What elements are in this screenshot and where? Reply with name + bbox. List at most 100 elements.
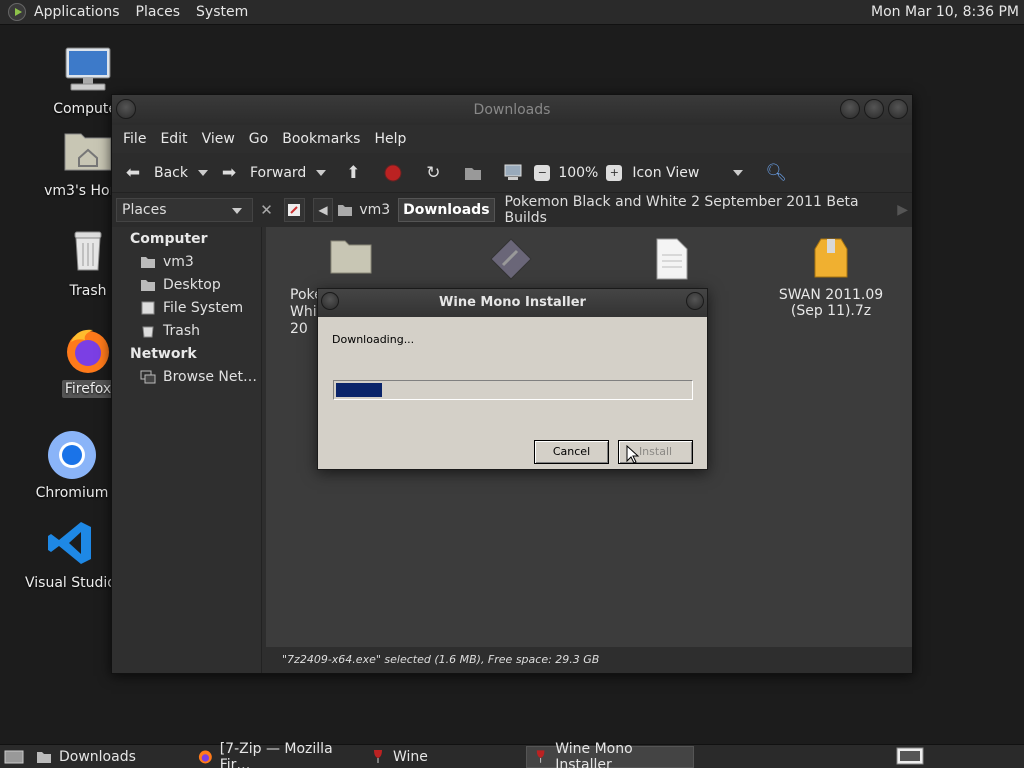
breadcrumb-left-arrow-icon[interactable]: ◀ bbox=[312, 198, 334, 222]
text-document-icon bbox=[649, 237, 693, 281]
view-mode-dropdown-icon[interactable] bbox=[733, 169, 744, 176]
progress-fill bbox=[336, 383, 383, 397]
desktop-icon-label: Firefox bbox=[61, 380, 115, 398]
desktop-icon-label: Trash bbox=[69, 283, 107, 299]
network-icon bbox=[140, 370, 156, 383]
dialog-titlebar[interactable]: Wine Mono Installer bbox=[318, 289, 707, 317]
menu-view[interactable]: View bbox=[195, 131, 242, 147]
desktop-icon-vscode[interactable]: Visual Studio Code bbox=[22, 520, 156, 592]
home-folder-icon bbox=[338, 205, 353, 216]
sidebar-pane-label: Places bbox=[122, 202, 167, 218]
menu-bookmarks[interactable]: Bookmarks bbox=[275, 131, 367, 147]
breadcrumb-right-arrow-icon[interactable]: ▶ bbox=[893, 198, 912, 222]
trash-icon bbox=[63, 228, 113, 278]
sidebar-item-label: Desktop bbox=[163, 276, 221, 293]
sidebar-item-label: vm3 bbox=[163, 253, 194, 270]
wine-glass-icon bbox=[374, 749, 382, 763]
sidebar-pane-select[interactable]: Places bbox=[116, 198, 254, 222]
system-menu[interactable]: System bbox=[188, 0, 256, 25]
taskbar-item-downloads[interactable]: Downloads bbox=[30, 746, 190, 768]
mouse-cursor-icon bbox=[626, 445, 640, 464]
show-desktop-button[interactable] bbox=[0, 746, 28, 768]
toolbar: ⬅ Back ➡ Forward ⬆ ↻ − 100% + Icon View … bbox=[112, 153, 912, 193]
sidebar-item-vm3[interactable]: vm3 bbox=[112, 250, 261, 273]
maximize-button[interactable] bbox=[864, 99, 884, 119]
taskbar-item-firefox[interactable]: [7-Zip — Mozilla Fir… bbox=[192, 741, 362, 768]
distro-logo-icon[interactable] bbox=[8, 3, 26, 21]
minimize-button[interactable] bbox=[840, 99, 860, 119]
search-icon[interactable]: 🔍︎ bbox=[765, 162, 787, 184]
clock[interactable]: Mon Mar 10, 8:36 PM bbox=[871, 0, 1019, 25]
status-bar: "7z2409-x64.exe" selected (1.6 MB), Free… bbox=[266, 647, 912, 673]
back-button[interactable]: ⬅ Back bbox=[122, 153, 188, 193]
sidebar-header-network: Network bbox=[130, 346, 197, 362]
view-mode-select[interactable]: Icon View bbox=[632, 165, 699, 181]
vscode-icon bbox=[47, 520, 97, 570]
dialog-close-button[interactable] bbox=[686, 292, 704, 310]
workspace-switcher-icon bbox=[896, 747, 924, 765]
places-sidebar: Computer vm3 Desktop File System Trash N… bbox=[112, 227, 262, 673]
menu-file[interactable]: File bbox=[116, 131, 153, 147]
firefox-icon bbox=[198, 750, 212, 763]
forward-arrow-icon: ➡ bbox=[221, 162, 237, 183]
chevron-down-icon bbox=[232, 208, 243, 214]
reload-icon[interactable]: ↻ bbox=[422, 162, 444, 184]
firefox-icon bbox=[63, 326, 113, 376]
window-menu-button[interactable] bbox=[116, 99, 136, 119]
forward-history-dropdown[interactable] bbox=[316, 169, 327, 176]
back-label: Back bbox=[154, 164, 188, 181]
top-panel: Applications Places System Mon Mar 10, 8… bbox=[0, 0, 1024, 25]
desktop-icon-chromium[interactable]: Chromium bbox=[22, 430, 122, 502]
taskbar-item-wine-mono-installer[interactable]: Wine Mono Installer bbox=[526, 741, 694, 768]
breadcrumb-vm3[interactable]: vm3 bbox=[333, 198, 394, 222]
forward-button[interactable]: ➡ Forward bbox=[218, 153, 306, 193]
menu-help[interactable]: Help bbox=[367, 131, 413, 147]
file-item-exe[interactable] bbox=[446, 237, 576, 287]
window-title: Downloads bbox=[473, 102, 551, 118]
stop-icon[interactable] bbox=[382, 162, 404, 184]
archive-box-icon bbox=[809, 237, 853, 281]
folder-icon bbox=[37, 751, 51, 763]
file-name: SWAN 2011.09 (Sep 11).7z bbox=[778, 287, 884, 319]
folder-icon bbox=[329, 237, 373, 281]
show-desktop-icon bbox=[4, 750, 24, 763]
back-arrow-icon: ⬅ bbox=[125, 162, 141, 183]
menu-edit[interactable]: Edit bbox=[153, 131, 194, 147]
desktop-icon-label: Chromium bbox=[35, 485, 109, 501]
menubar: File Edit View Go Bookmarks Help bbox=[112, 125, 912, 153]
up-arrow-icon[interactable]: ⬆ bbox=[342, 162, 364, 184]
taskbar-item-wine[interactable]: Wine bbox=[364, 746, 524, 768]
drive-icon bbox=[141, 301, 155, 314]
home-icon[interactable] bbox=[462, 162, 484, 184]
dialog-menu-button[interactable] bbox=[321, 292, 339, 310]
taskbar-label: Wine Mono Installer bbox=[555, 740, 633, 768]
workspace-switcher-button[interactable] bbox=[896, 747, 924, 768]
cancel-button[interactable]: Cancel bbox=[534, 440, 609, 464]
sidebar-item-file-system[interactable]: File System bbox=[112, 296, 261, 319]
sidebar-item-browse-network[interactable]: Browse Net… bbox=[112, 365, 261, 388]
trash-icon bbox=[142, 326, 154, 337]
edit-location-icon[interactable] bbox=[283, 198, 305, 222]
file-item-document[interactable] bbox=[606, 237, 736, 287]
taskbar-label: Downloads bbox=[59, 748, 136, 765]
applications-menu[interactable]: Applications bbox=[26, 0, 128, 25]
sidebar-item-trash[interactable]: Trash bbox=[112, 319, 261, 342]
close-button[interactable] bbox=[888, 99, 908, 119]
computer-icon[interactable] bbox=[502, 162, 524, 184]
breadcrumb-pokemon-folder[interactable]: Pokemon Black and White 2 September 2011… bbox=[501, 194, 884, 226]
dialog-body: Downloading... Cancel Install bbox=[318, 317, 707, 469]
menu-go[interactable]: Go bbox=[242, 131, 275, 147]
places-menu[interactable]: Places bbox=[128, 0, 189, 25]
forward-label: Forward bbox=[250, 164, 307, 181]
breadcrumb: ◀ vm3 Downloads Pokemon Black and White … bbox=[283, 194, 912, 226]
breadcrumb-downloads[interactable]: Downloads bbox=[398, 198, 495, 222]
file-item-archive[interactable]: SWAN 2011.09 (Sep 11).7z bbox=[766, 237, 896, 319]
zoom-out-icon[interactable]: − bbox=[534, 164, 551, 181]
home-folder-icon bbox=[141, 256, 155, 268]
zoom-in-icon[interactable]: + bbox=[606, 164, 623, 181]
sidebar-item-desktop[interactable]: Desktop bbox=[112, 273, 261, 296]
window-titlebar[interactable]: Downloads bbox=[112, 95, 912, 125]
taskbar-label: [7-Zip — Mozilla Fir… bbox=[219, 740, 333, 768]
back-history-dropdown[interactable] bbox=[198, 169, 208, 176]
close-sidebar-icon[interactable]: ✕ bbox=[255, 198, 278, 222]
